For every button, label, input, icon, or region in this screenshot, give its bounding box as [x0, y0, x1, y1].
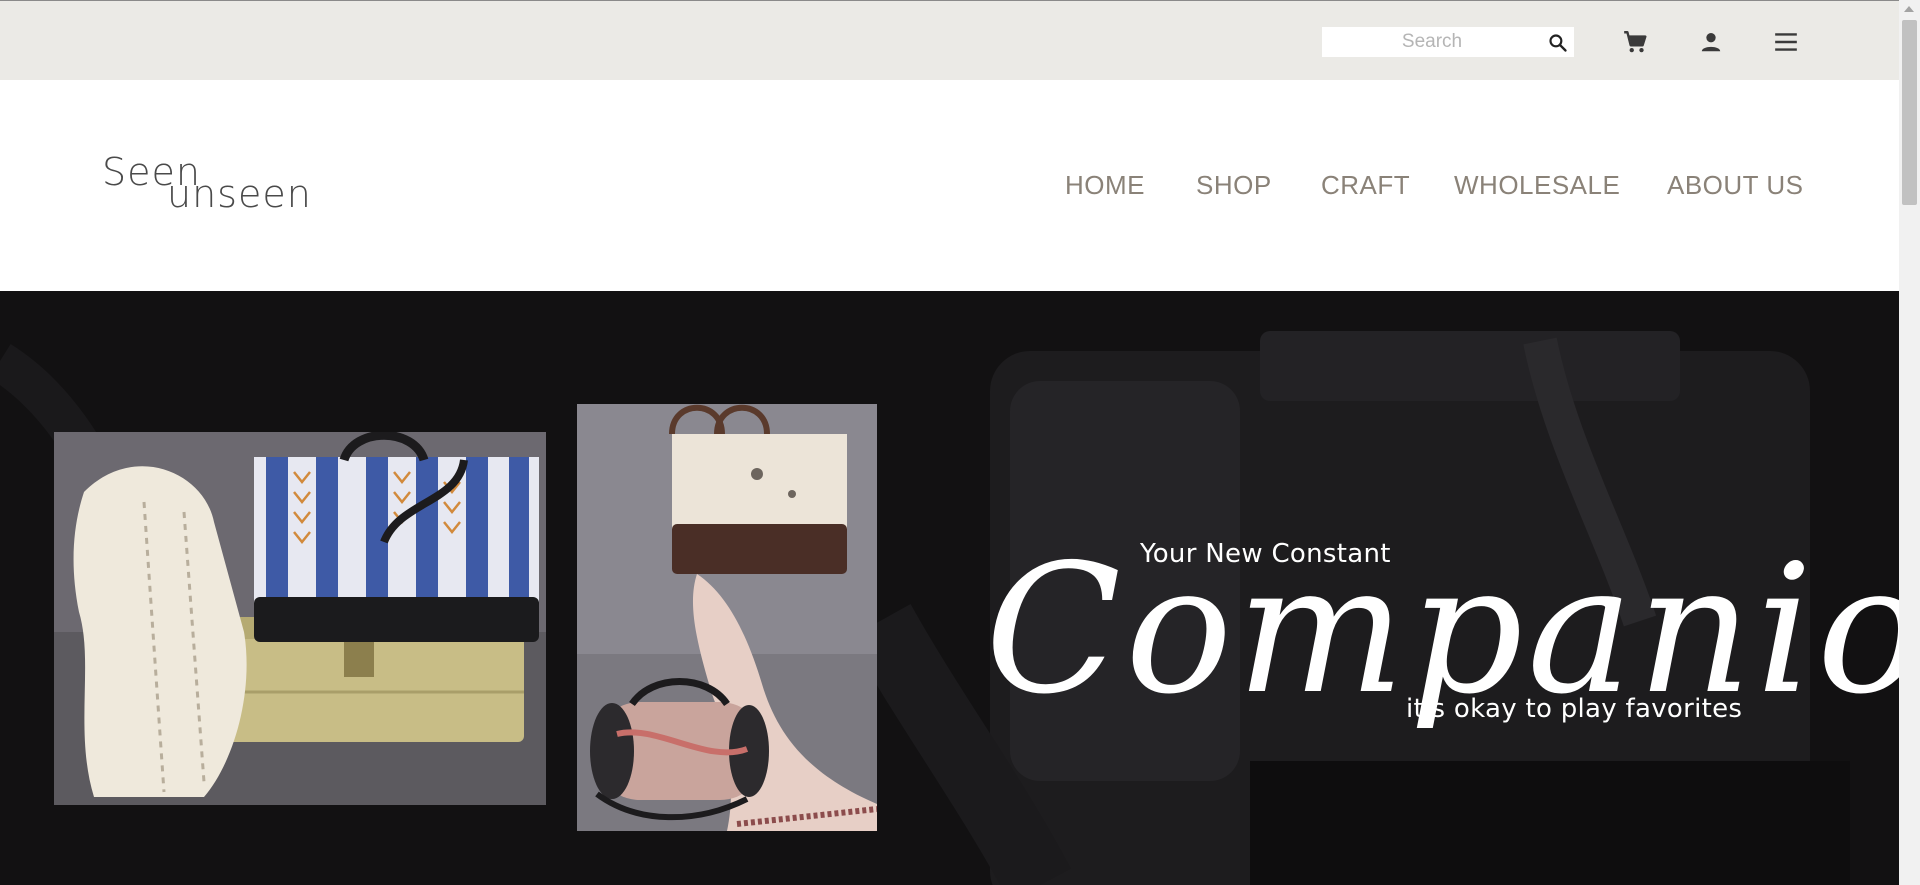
nav-craft[interactable]: CRAFT	[1321, 170, 1410, 201]
hamburger-menu-icon[interactable]	[1773, 29, 1799, 55]
nav-wholesale[interactable]: WHOLESALE	[1454, 170, 1620, 201]
hero-banner[interactable]: Your New Constant Companion it's okay to…	[0, 291, 1899, 885]
page: Seen unseen HOME SHOP CRAFT WHOLESALE AB…	[0, 0, 1899, 885]
nav-shop[interactable]: SHOP	[1196, 170, 1272, 201]
search-input[interactable]	[1322, 27, 1542, 57]
main-nav: HOME SHOP CRAFT WHOLESALE ABOUT US	[0, 170, 1899, 210]
cream-tote-and-duffel-photo[interactable]	[577, 404, 877, 831]
hero-tagline: it's okay to play favorites	[1406, 694, 1743, 724]
hero-headline: Companion	[985, 526, 1899, 733]
scroll-up-arrow-icon[interactable]	[1904, 6, 1914, 12]
account-icon[interactable]	[1698, 29, 1724, 55]
search-icon[interactable]	[1548, 33, 1568, 53]
striped-tote-bag-photo[interactable]	[54, 432, 546, 805]
nav-home[interactable]: HOME	[1065, 170, 1145, 201]
cart-icon[interactable]	[1622, 29, 1648, 55]
nav-about-us[interactable]: ABOUT US	[1667, 170, 1803, 201]
search-box[interactable]	[1322, 27, 1574, 57]
scrollbar-thumb[interactable]	[1902, 20, 1917, 205]
site-header: Seen unseen HOME SHOP CRAFT WHOLESALE AB…	[0, 80, 1899, 291]
page-scrollbar[interactable]	[1899, 0, 1920, 885]
top-utility-bar	[0, 0, 1899, 80]
